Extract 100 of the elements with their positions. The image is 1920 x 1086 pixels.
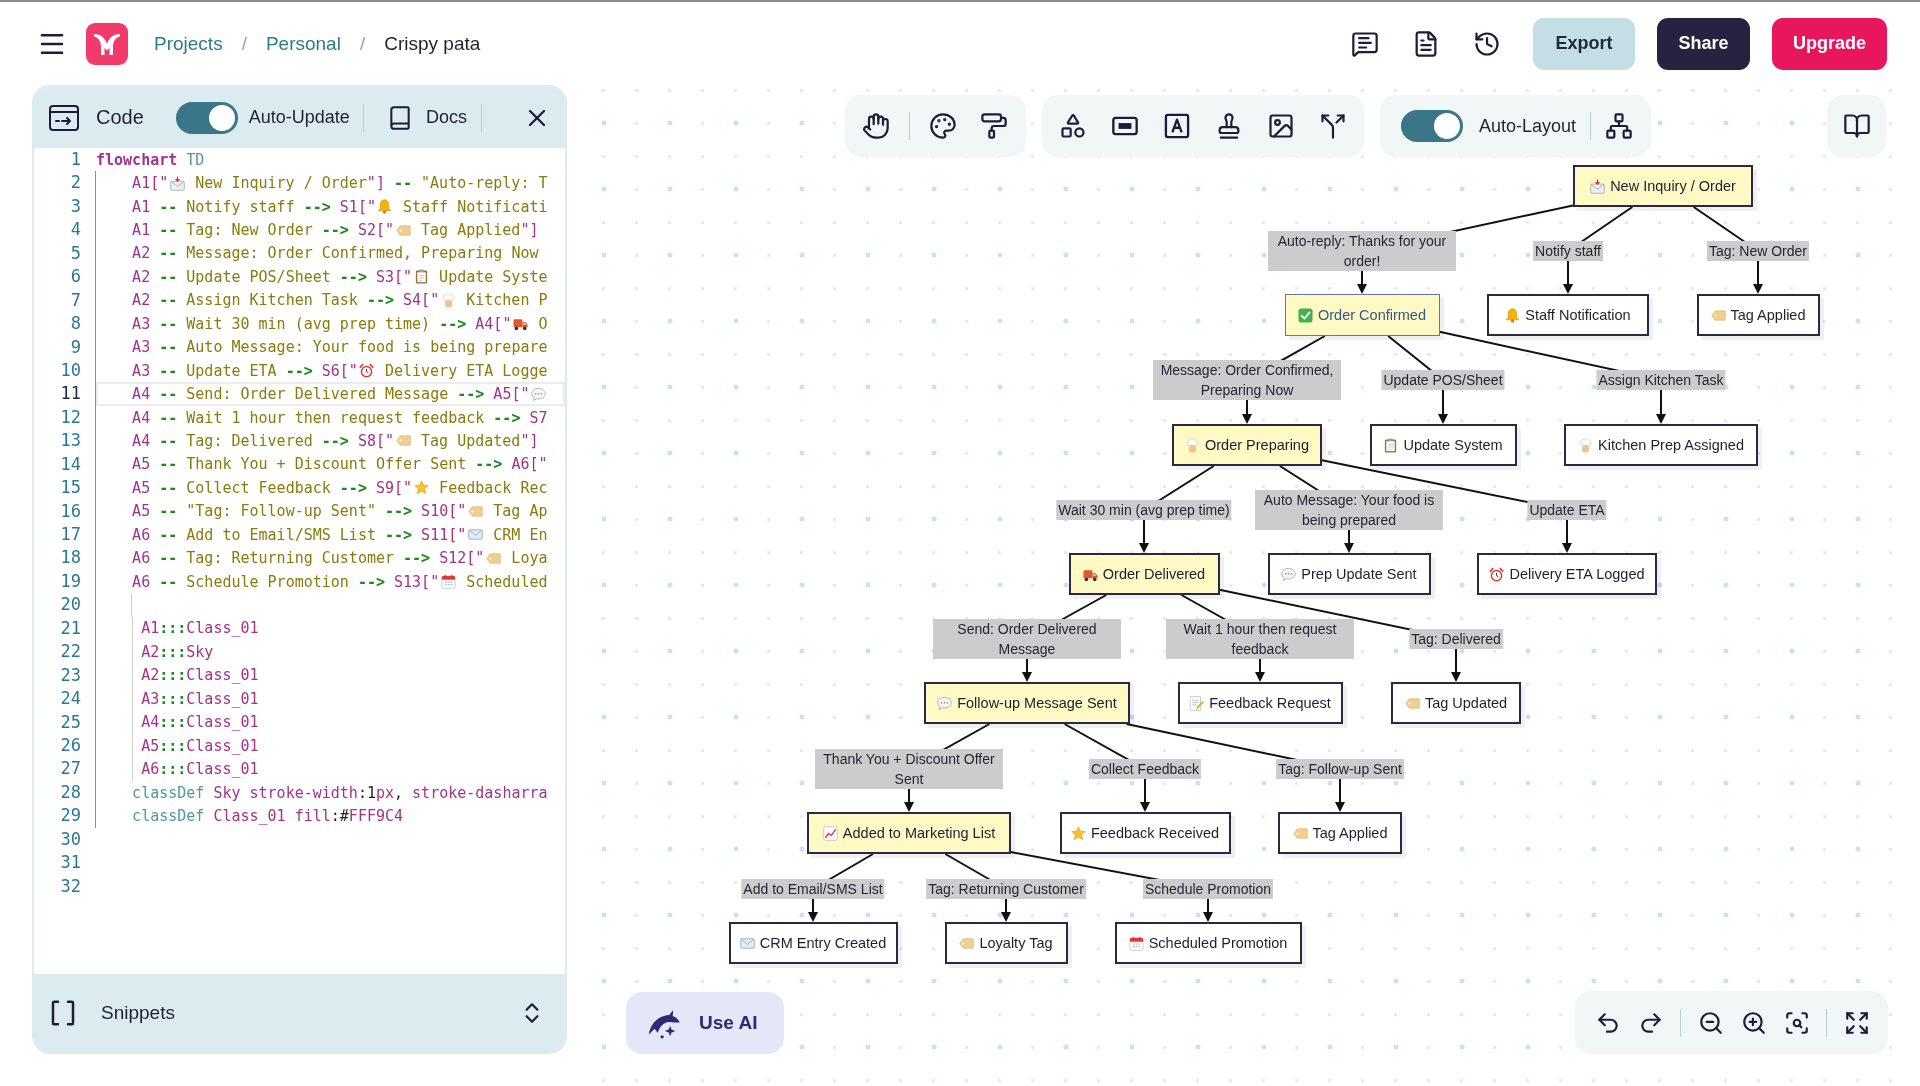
code-text: classDef Class_01 fill:#FFF9C4 xyxy=(132,806,404,825)
code-text: classDef Sky stroke-width:1px, stroke-dasharra xyxy=(132,783,548,802)
line-number: 7 xyxy=(69,288,81,312)
tag-icon xyxy=(1404,695,1420,711)
indent-guide xyxy=(95,593,133,617)
edge-label: Wait 1 hour then request feedback xyxy=(1166,619,1354,659)
code-text: A6 -- Add to Email/SMS List --> S11[" xyxy=(132,525,467,544)
code-text: Tag Ap xyxy=(492,502,548,521)
breadcrumb-current: Crispy pata xyxy=(384,32,481,55)
code-text: O xyxy=(537,314,548,333)
zoom-in-icon[interactable] xyxy=(1740,1009,1767,1036)
line-number: 15 xyxy=(59,476,81,500)
edge-label: Assign Kitchen Task xyxy=(1596,370,1726,390)
node-label: Tag Applied xyxy=(1312,825,1388,841)
snippets-label[interactable]: Snippets xyxy=(101,1002,175,1024)
line-number: 23 xyxy=(59,663,81,687)
toggle-switch[interactable] xyxy=(175,101,238,134)
speech-bubble-icon xyxy=(937,695,953,711)
code-text: A4:::Class_01 xyxy=(141,713,259,732)
breadcrumb-separator: / xyxy=(241,32,247,55)
code-text: Tag Applied"] xyxy=(420,221,539,240)
code-text: A3 -- Wait 30 min (avg prep time) --> A4[" xyxy=(132,314,512,333)
code-text: A5 -- Collect Feedback --> S9[" xyxy=(132,478,413,497)
node-label: Update System xyxy=(1403,437,1503,453)
line-number: 8 xyxy=(69,312,81,336)
envelope-icon xyxy=(169,175,185,191)
line-number: 20 xyxy=(59,593,81,617)
node-label: Added to Marketing List xyxy=(842,825,996,841)
use-ai-button[interactable]: Use AI xyxy=(626,992,784,1054)
line-number: 17 xyxy=(59,523,81,546)
envelope-icon xyxy=(739,935,755,951)
node-label: Prep Update Sent xyxy=(1301,566,1417,582)
breadcrumb-separator: / xyxy=(359,32,366,55)
line-number: 10 xyxy=(59,358,81,382)
panel-title: Code xyxy=(96,106,144,129)
share-button[interactable]: Share xyxy=(1657,17,1750,70)
envelope-icon xyxy=(467,527,483,543)
speech-bubble-icon xyxy=(1281,566,1297,582)
calendar-icon xyxy=(1128,935,1144,951)
code-text: A1 -- Notify staff --> S1[" xyxy=(132,197,376,216)
chart-icon xyxy=(822,825,838,841)
paint-roller-icon[interactable] xyxy=(980,112,1008,140)
comments-icon[interactable] xyxy=(1351,29,1379,58)
code-text: A5:::Class_01 xyxy=(141,736,259,755)
zoom-out-icon[interactable] xyxy=(1698,1009,1725,1036)
split-icon[interactable] xyxy=(1319,112,1347,140)
upgrade-button[interactable]: Upgrade xyxy=(1772,17,1887,70)
tag-icon xyxy=(467,503,483,519)
code-text: A3:::Class_01 xyxy=(141,689,259,708)
line-number: 11 xyxy=(59,382,81,406)
code-text: A5 -- Thank You + Discount Offer Sent --> A6[" xyxy=(132,455,548,474)
code-text: A4 -- Tag: Delivered --> S8[" xyxy=(132,431,394,450)
image-icon[interactable] xyxy=(1267,112,1295,140)
star-icon xyxy=(413,480,429,496)
edge-label: Notify staff xyxy=(1533,241,1603,261)
fullscreen-icon[interactable] xyxy=(1843,1009,1870,1036)
palette-icon[interactable] xyxy=(929,112,957,140)
chef-hat-icon xyxy=(1185,437,1200,453)
toggle-switch[interactable] xyxy=(1401,110,1463,142)
hierarchy-icon[interactable] xyxy=(1605,112,1634,140)
edge-label: Tag: New Order xyxy=(1707,241,1809,261)
line-number: 25 xyxy=(59,710,81,734)
app-logo[interactable] xyxy=(86,22,128,65)
line-number: 4 xyxy=(69,218,81,242)
fit-view-icon[interactable] xyxy=(1783,1009,1810,1036)
line-number: 3 xyxy=(69,194,81,218)
tag-icon xyxy=(1710,307,1726,323)
edge-label: Schedule Promotion xyxy=(1142,879,1274,899)
line-number: 19 xyxy=(59,569,81,593)
clipboard-icon xyxy=(413,269,429,285)
code-text: Kitchen P xyxy=(465,291,548,310)
calendar-icon xyxy=(440,574,456,590)
code-text: A4 -- Send: Order Delivered Message --> A5[" xyxy=(132,385,530,404)
code-text: Scheduled xyxy=(465,572,548,591)
breadcrumb-link[interactable]: Personal xyxy=(265,32,341,55)
code-text: A6 -- Tag: Returning Customer --> S12[" xyxy=(132,549,485,568)
shapes-icon[interactable] xyxy=(1059,112,1087,140)
speech-bubble-icon xyxy=(531,386,546,402)
tag-icon xyxy=(485,550,501,566)
truck-icon xyxy=(512,316,528,332)
bell-icon xyxy=(1505,307,1521,323)
export-button[interactable]: Export xyxy=(1533,17,1635,70)
node-label: Tag Applied xyxy=(1730,307,1806,323)
book-open-icon[interactable] xyxy=(1842,112,1871,140)
breadcrumb-link[interactable]: Projects xyxy=(154,32,223,55)
clipboard-icon xyxy=(1383,437,1399,453)
edge-label: Add to Email/SMS List xyxy=(741,879,885,899)
code-text: A5 -- "Tag: Follow-up Sent" --> S10[" xyxy=(132,502,467,521)
text-box-icon[interactable] xyxy=(1163,112,1191,140)
docs-link[interactable]: Docs xyxy=(425,107,467,128)
tag-icon xyxy=(395,222,411,238)
line-number: 14 xyxy=(59,452,81,476)
code-text: A6:::Class_01 xyxy=(141,760,259,779)
line-number: 28 xyxy=(59,780,81,804)
history-icon[interactable] xyxy=(1473,29,1501,58)
hand-icon[interactable] xyxy=(862,112,890,140)
chef-hat-icon xyxy=(1578,437,1594,453)
node-label: CRM Entry Created xyxy=(759,935,887,951)
code-text: CRM En xyxy=(492,525,548,544)
code-text: Staff Notificati xyxy=(401,197,548,216)
